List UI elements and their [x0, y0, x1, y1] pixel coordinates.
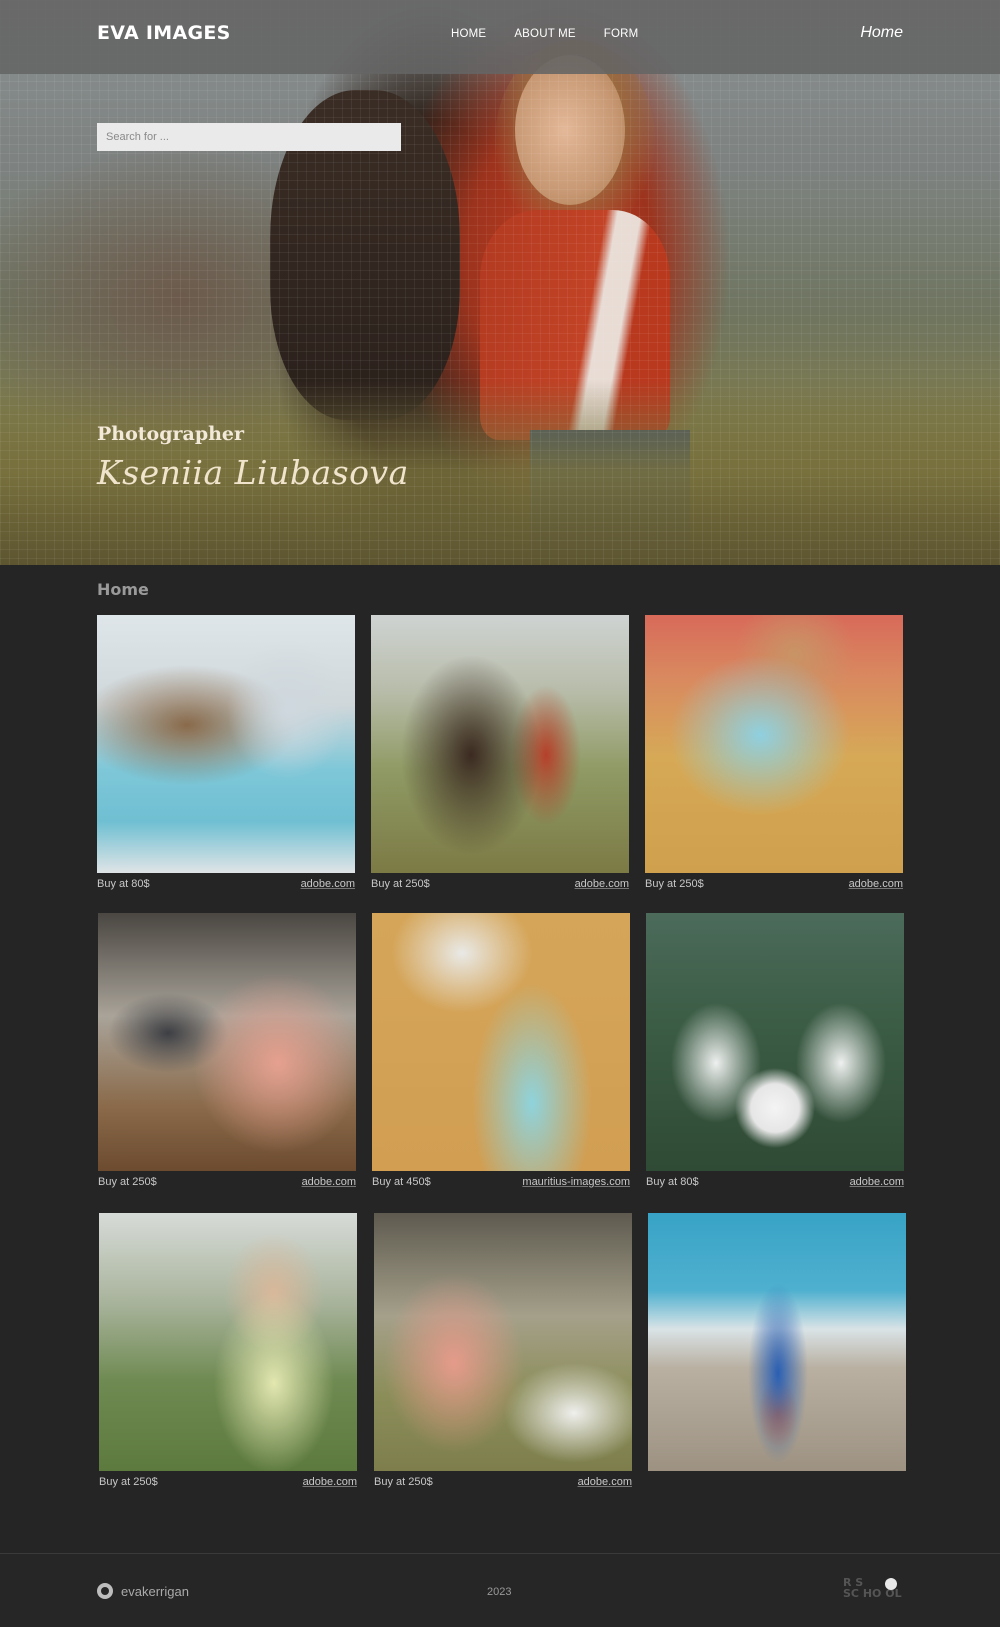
rs-school-logo[interactable]: R S SC HO OL: [843, 1577, 903, 1603]
source-link[interactable]: adobe.com: [850, 1176, 904, 1188]
source-link[interactable]: adobe.com: [301, 878, 355, 890]
source-link[interactable]: mauritius-images.com: [522, 1176, 630, 1188]
gallery-image[interactable]: [372, 913, 630, 1171]
source-link[interactable]: adobe.com: [575, 878, 629, 890]
gallery-image[interactable]: [646, 913, 904, 1171]
copyright-year: 2023: [487, 1586, 512, 1598]
gallery-card: [648, 1213, 906, 1476]
gallery-card: Buy at 250$ adobe.com: [98, 913, 356, 1188]
current-page-label: Home: [860, 24, 903, 41]
page-footer: evakerrigan 2023 R S SC HO OL: [0, 1553, 1000, 1627]
search-input[interactable]: [97, 123, 401, 151]
hero-face: [515, 55, 625, 205]
gallery-image[interactable]: [648, 1213, 906, 1471]
gallery-image[interactable]: [97, 615, 355, 873]
photographer-name: Kseniia Liubasova: [97, 453, 409, 492]
price-label: Buy at 80$: [97, 878, 150, 890]
source-link[interactable]: adobe.com: [578, 1476, 632, 1488]
rs-logo-bottom: SC HO OL: [843, 1587, 902, 1600]
price-label: Buy at 250$: [99, 1476, 158, 1488]
price-label: Buy at 80$: [646, 1176, 699, 1188]
github-icon: [97, 1583, 113, 1599]
gallery-card: Buy at 250$ adobe.com: [99, 1213, 357, 1488]
source-link[interactable]: adobe.com: [849, 878, 903, 890]
gallery-image[interactable]: [371, 615, 629, 873]
nav-link-form[interactable]: FORM: [604, 28, 639, 40]
price-label: Buy at 250$: [645, 878, 704, 890]
github-username: evakerrigan: [121, 1583, 189, 1599]
nav-link-about[interactable]: ABOUT ME: [514, 28, 575, 40]
price-label: Buy at 250$: [98, 1176, 157, 1188]
price-label: Buy at 250$: [371, 878, 430, 890]
page-title: Home: [97, 580, 149, 599]
nav-link-home[interactable]: HOME: [451, 28, 486, 40]
price-label: Buy at 450$: [372, 1176, 431, 1188]
gallery-card: Buy at 250$ adobe.com: [645, 615, 903, 890]
nav-menu: HOME ABOUT ME FORM: [451, 28, 638, 40]
top-navbar: EVA IMAGES HOME ABOUT ME FORM Home: [0, 0, 1000, 74]
gallery-image[interactable]: [374, 1213, 632, 1471]
gallery-image[interactable]: [99, 1213, 357, 1471]
gallery-card: Buy at 80$ adobe.com: [97, 615, 355, 890]
gallery-card: Buy at 80$ adobe.com: [646, 913, 904, 1188]
source-link[interactable]: adobe.com: [302, 1176, 356, 1188]
gallery-card: Buy at 250$ adobe.com: [371, 615, 629, 890]
site-logo[interactable]: EVA IMAGES: [97, 22, 231, 44]
hero-caption: Photographer Kseniia Liubasova: [97, 423, 409, 492]
source-link[interactable]: adobe.com: [303, 1476, 357, 1488]
price-label: Buy at 250$: [374, 1476, 433, 1488]
hero-subtitle: Photographer: [97, 423, 245, 445]
gallery-image[interactable]: [98, 913, 356, 1171]
gallery-card: Buy at 250$ adobe.com: [374, 1213, 632, 1488]
gallery-card: Buy at 450$ mauritius-images.com: [372, 913, 630, 1188]
gallery-image[interactable]: [645, 615, 903, 873]
github-link[interactable]: evakerrigan: [97, 1583, 189, 1599]
rs-badge-icon: [885, 1578, 897, 1590]
